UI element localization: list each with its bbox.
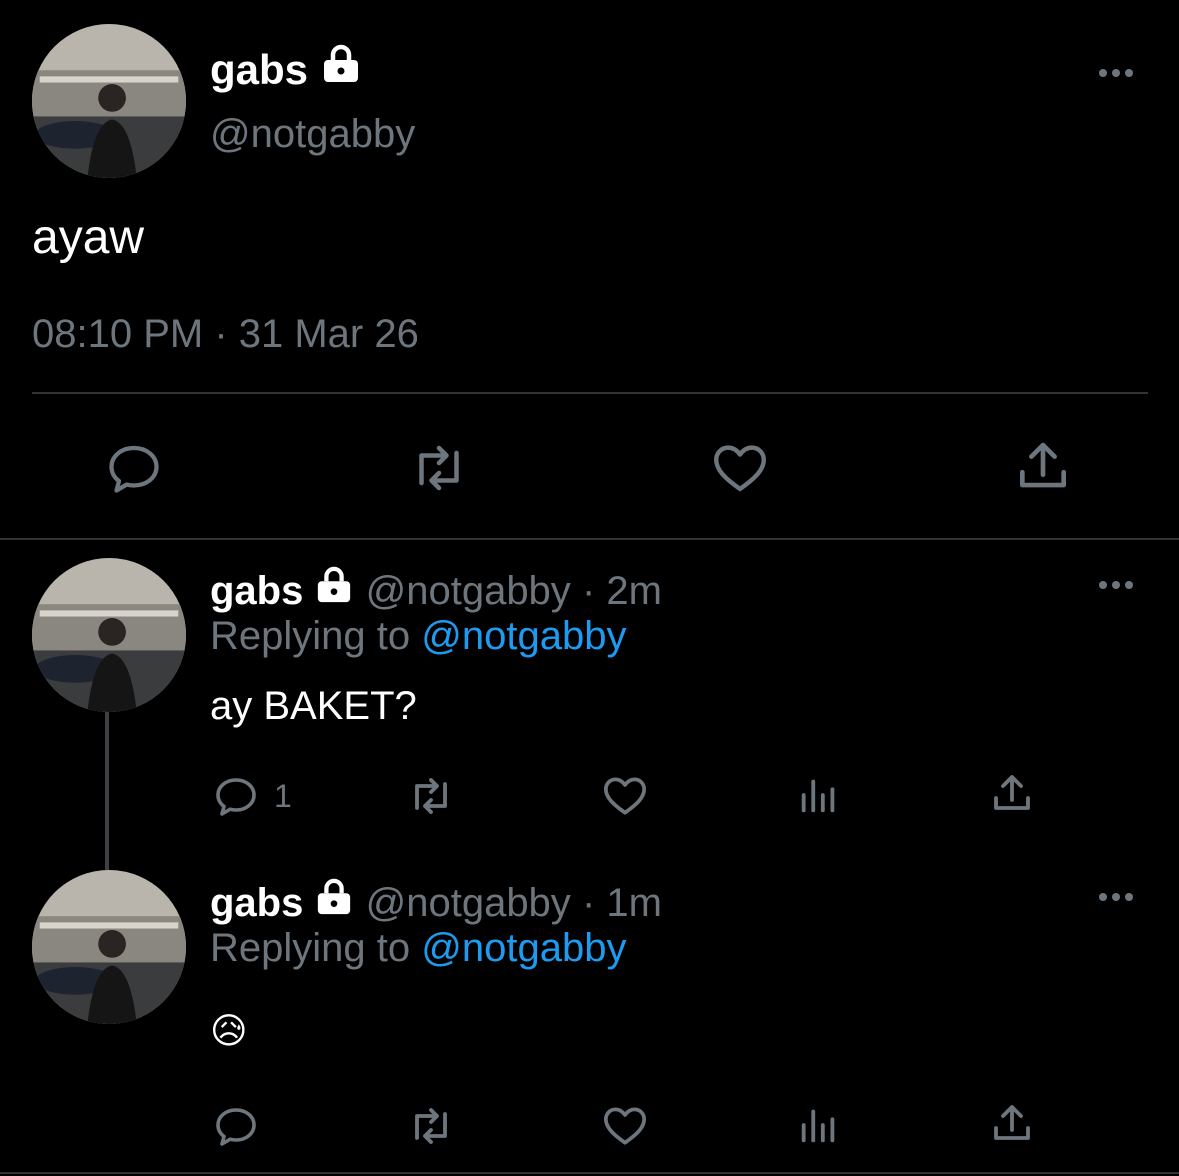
reply-handle[interactable]: @notgabby bbox=[366, 569, 571, 613]
reply-time[interactable]: · 1m bbox=[582, 881, 662, 925]
reply-text: 😥 bbox=[210, 1010, 248, 1051]
like-icon[interactable] bbox=[708, 436, 772, 498]
share-icon[interactable] bbox=[1012, 436, 1074, 498]
display-name[interactable]: gabs bbox=[210, 881, 303, 925]
divider bbox=[32, 392, 1148, 394]
reply-time[interactable]: · 2m bbox=[582, 569, 662, 613]
main-tweet-avatar[interactable] bbox=[32, 24, 186, 178]
reply-avatar[interactable] bbox=[32, 558, 186, 712]
reply-text: ay BAKET? bbox=[210, 684, 417, 728]
replying-to: Replying to @notgabby bbox=[210, 926, 626, 971]
replying-to: Replying to @notgabby bbox=[210, 614, 626, 659]
main-tweet-text: ayaw bbox=[32, 211, 145, 264]
reply-icon[interactable] bbox=[212, 1102, 260, 1150]
reply-handle[interactable]: @notgabby bbox=[366, 881, 571, 925]
section-divider bbox=[0, 1172, 1179, 1174]
analytics-icon[interactable] bbox=[796, 772, 842, 818]
replying-to-label: Replying to bbox=[210, 926, 411, 970]
reply-avatar[interactable] bbox=[32, 870, 186, 1024]
thread-line bbox=[105, 712, 109, 870]
main-tweet-handle[interactable]: @notgabby bbox=[210, 112, 415, 157]
more-horizontal-icon[interactable] bbox=[1097, 66, 1135, 85]
replying-to-link[interactable]: @notgabby bbox=[421, 926, 626, 970]
analytics-icon[interactable] bbox=[796, 1102, 842, 1148]
like-icon[interactable] bbox=[600, 770, 650, 820]
retweet-icon[interactable] bbox=[406, 438, 472, 498]
retweet-icon[interactable] bbox=[404, 772, 458, 820]
main-tweet-timestamp[interactable]: 08:10 PM · 31 Mar 26 bbox=[32, 312, 419, 357]
like-icon[interactable] bbox=[600, 1100, 650, 1150]
reply-count: 1 bbox=[274, 778, 292, 814]
reply-icon[interactable] bbox=[104, 438, 164, 498]
reply-header: gabs @notgabby · 1m bbox=[210, 878, 662, 926]
display-name[interactable]: gabs bbox=[210, 46, 308, 93]
main-tweet-author[interactable]: gabs bbox=[210, 44, 362, 94]
lock-icon bbox=[320, 44, 362, 94]
replying-to-link[interactable]: @notgabby bbox=[421, 614, 626, 658]
lock-icon bbox=[314, 566, 354, 614]
section-divider bbox=[0, 538, 1179, 540]
retweet-icon[interactable] bbox=[404, 1102, 458, 1150]
reply-header: gabs @notgabby · 2m bbox=[210, 566, 662, 614]
share-icon[interactable] bbox=[988, 770, 1036, 818]
share-icon[interactable] bbox=[988, 1100, 1036, 1148]
replying-to-label: Replying to bbox=[210, 614, 411, 658]
display-name[interactable]: gabs bbox=[210, 569, 303, 613]
lock-icon bbox=[314, 878, 354, 926]
more-horizontal-icon[interactable] bbox=[1097, 890, 1135, 909]
more-horizontal-icon[interactable] bbox=[1097, 578, 1135, 597]
reply-icon[interactable] bbox=[212, 772, 260, 820]
